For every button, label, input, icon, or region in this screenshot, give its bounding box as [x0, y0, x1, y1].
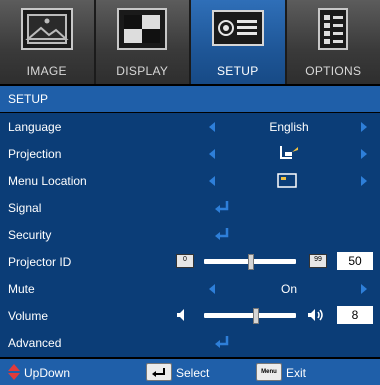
projector-id-slider[interactable] — [204, 254, 296, 270]
section-title: SETUP — [8, 92, 49, 106]
enter-icon — [215, 336, 229, 348]
volume-high-icon — [308, 309, 323, 321]
projector-id-value: 50 — [337, 252, 373, 270]
menu-item-language[interactable]: Language English — [0, 113, 380, 140]
front-projection-icon — [280, 146, 298, 159]
menu-item-label: Signal — [8, 201, 42, 215]
display-icon — [117, 8, 168, 50]
arrow-right-icon[interactable] — [361, 176, 367, 186]
arrow-right-icon[interactable] — [361, 149, 367, 159]
arrow-right-icon[interactable] — [361, 122, 367, 132]
arrow-left-icon[interactable] — [209, 149, 215, 159]
slider-knob[interactable] — [248, 254, 254, 270]
tab-label: OPTIONS — [305, 64, 362, 78]
menu-item-volume[interactable]: Volume 8 — [0, 302, 380, 329]
arrow-left-icon[interactable] — [209, 284, 215, 294]
menu-item-label: Volume — [8, 309, 49, 323]
menu-item-security[interactable]: Security — [0, 221, 380, 248]
menu-item-projection[interactable]: Projection — [0, 140, 380, 167]
select-label: Select — [176, 366, 210, 380]
arrow-left-icon[interactable] — [209, 176, 215, 186]
volume-low-icon — [177, 309, 184, 321]
menu-item-menu-location[interactable]: Menu Location — [0, 167, 380, 194]
menu-item-projector-id[interactable]: Projector ID 0 99 50 — [0, 248, 380, 275]
slider-knob[interactable] — [253, 308, 259, 324]
tab-label: SETUP — [216, 64, 259, 78]
arrow-right-icon[interactable] — [361, 284, 367, 294]
setup-menu: Language English Projection Menu Locatio… — [0, 113, 380, 357]
menu-item-label: Projection — [8, 147, 62, 161]
menu-item-label: Security — [8, 228, 52, 242]
section-header: SETUP — [0, 86, 380, 112]
menu-item-label: Advanced — [8, 336, 62, 350]
tab-label: IMAGE — [26, 64, 67, 78]
mute-value: On — [280, 282, 297, 296]
tab-image[interactable]: IMAGE — [0, 0, 96, 84]
options-icon — [318, 8, 349, 50]
menu-item-signal[interactable]: Signal — [0, 194, 380, 221]
menu-item-label: Mute — [8, 282, 35, 296]
menu-item-label: Menu Location — [8, 174, 87, 188]
image-icon — [20, 8, 73, 50]
menu-item-label: Projector ID — [8, 255, 72, 269]
footer-bar: UpDown Select Menu Exit — [0, 359, 380, 385]
tab-display[interactable]: DISPLAY — [95, 0, 191, 84]
updown-label: UpDown — [24, 366, 71, 380]
enter-key-icon — [146, 363, 172, 381]
menu-key-icon: Menu — [256, 363, 282, 381]
tab-setup[interactable]: SETUP — [191, 0, 287, 84]
menu-item-label: Language — [8, 120, 62, 134]
menu-location-icon — [277, 173, 297, 188]
language-value: English — [269, 120, 309, 134]
volume-value: 8 — [337, 306, 373, 324]
enter-icon — [215, 228, 229, 240]
menu-item-mute[interactable]: Mute On — [0, 275, 380, 302]
tab-label: DISPLAY — [116, 64, 169, 78]
tab-options[interactable]: OPTIONS — [286, 0, 380, 84]
menu-item-advanced[interactable]: Advanced — [0, 329, 380, 356]
updown-icon — [8, 364, 20, 380]
exit-label: Exit — [286, 366, 307, 380]
tab-bar: IMAGE DISPLAY SETUP OPTIONS — [0, 0, 380, 84]
osd-window: IMAGE DISPLAY SETUP OPTIONS SETUP Langua… — [0, 0, 380, 385]
min-value-icon: 0 — [176, 254, 194, 268]
arrow-left-icon[interactable] — [209, 122, 215, 132]
volume-slider[interactable] — [204, 308, 296, 324]
max-value-icon: 99 — [309, 254, 327, 268]
projector-icon — [211, 10, 264, 46]
enter-icon — [215, 201, 229, 213]
